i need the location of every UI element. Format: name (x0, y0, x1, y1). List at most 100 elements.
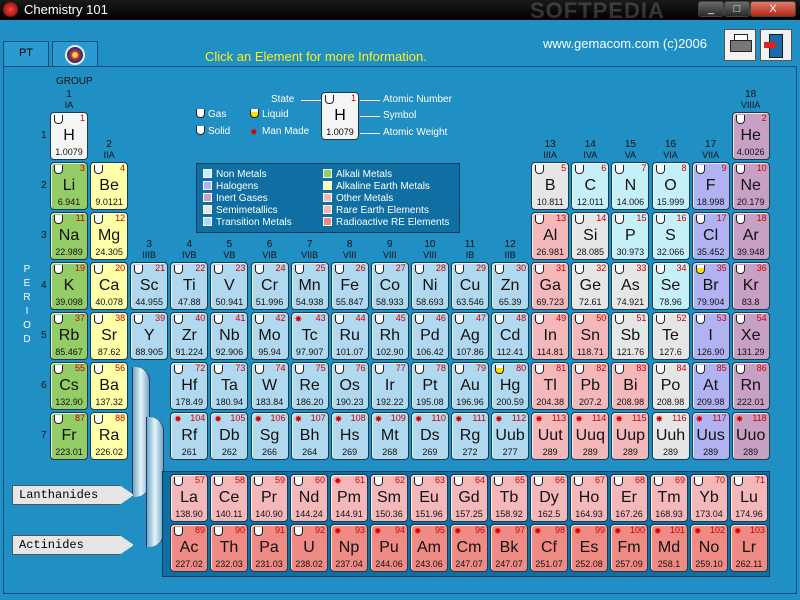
tab-logo[interactable] (52, 41, 98, 66)
element-ce[interactable]: 58 Ce 140.11 (210, 474, 248, 522)
element-bh[interactable]: ✸ 107 Bh 264 (290, 412, 329, 460)
element-mg[interactable]: 12 Mg 24.305 (90, 212, 129, 260)
element-db[interactable]: ✸ 105 Db 262 (210, 412, 249, 460)
element-pb[interactable]: 82 Pb 207.2 (571, 362, 610, 410)
element-ho[interactable]: 67 Ho 164.93 (570, 474, 608, 522)
element-cd[interactable]: 48 Cd 112.41 (491, 312, 530, 360)
element-hs[interactable]: ✸ 108 Hs 269 (330, 412, 369, 460)
element-o[interactable]: 8 O 15.999 (651, 162, 690, 210)
element-ac[interactable]: 89 Ac 227.02 (170, 524, 208, 572)
element-si[interactable]: 14 Si 28.085 (571, 212, 610, 260)
element-ga[interactable]: 31 Ga 69.723 (531, 262, 570, 310)
element-mt[interactable]: ✸ 109 Mt 268 (370, 412, 409, 460)
element-uup[interactable]: ✸ 115 Uup 289 (611, 412, 650, 460)
element-na[interactable]: 11 Na 22.989 (50, 212, 88, 260)
element-li[interactable]: 3 Li 6.941 (50, 162, 88, 210)
element-ne[interactable]: 10 Ne 20.179 (731, 162, 770, 210)
element-yb[interactable]: 70 Yb 173.04 (690, 474, 728, 522)
element-pm[interactable]: ✸ 61 Pm 144.91 (330, 474, 368, 522)
element-at[interactable]: 85 At 209.98 (691, 362, 730, 410)
element-mn[interactable]: 25 Mn 54.938 (290, 262, 329, 310)
element-zn[interactable]: 30 Zn 65.39 (491, 262, 530, 310)
tab-periodic-table[interactable]: PT (3, 41, 49, 66)
element-be[interactable]: 4 Be 9.0121 (90, 162, 129, 210)
element-po[interactable]: 84 Po 208.98 (651, 362, 690, 410)
element-v[interactable]: 23 V 50.941 (210, 262, 249, 310)
element-ru[interactable]: 44 Ru 101.07 (330, 312, 369, 360)
element-cf[interactable]: ✸ 98 Cf 251.07 (530, 524, 568, 572)
element-uuh[interactable]: ✸ 116 Uuh 289 (651, 412, 690, 460)
element-la[interactable]: 57 La 138.90 (170, 474, 208, 522)
element-ir[interactable]: 77 Ir 192.22 (370, 362, 409, 410)
element-cm[interactable]: ✸ 96 Cm 247.07 (450, 524, 488, 572)
element-n[interactable]: 7 N 14.006 (611, 162, 650, 210)
element-ra[interactable]: 88 Ra 226.02 (90, 412, 129, 460)
element-y[interactable]: 39 Y 88.905 (130, 312, 169, 360)
element-cu[interactable]: 29 Cu 63.546 (451, 262, 489, 310)
element-kr[interactable]: 36 Kr 83.8 (731, 262, 770, 310)
element-ti[interactable]: 22 Ti 47.88 (170, 262, 209, 310)
element-no[interactable]: ✸ 102 No 259.10 (690, 524, 728, 572)
element-md[interactable]: ✸ 101 Md 258.1 (650, 524, 688, 572)
element-h[interactable]: 1 H 1.0079 (50, 112, 88, 160)
element-uub[interactable]: ✸ 112 Uub 277 (491, 412, 530, 460)
element-lu[interactable]: 71 Lu 174.96 (730, 474, 768, 522)
element-sr[interactable]: 38 Sr 87.62 (90, 312, 129, 360)
maximize-button[interactable]: □ (724, 1, 750, 17)
element-er[interactable]: 68 Er 167.26 (610, 474, 648, 522)
element-as[interactable]: 33 As 74.921 (611, 262, 650, 310)
element-w[interactable]: 74 W 183.84 (250, 362, 289, 410)
element-fr[interactable]: 87 Fr 223.01 (50, 412, 88, 460)
element-b[interactable]: 5 B 10.811 (531, 162, 570, 210)
element-br[interactable]: 35 Br 79.904 (691, 262, 730, 310)
element-pt[interactable]: 78 Pt 195.08 (410, 362, 449, 410)
element-lr[interactable]: ✸ 103 Lr 262.11 (730, 524, 768, 572)
element-tc[interactable]: ✸ 43 Tc 97.907 (290, 312, 329, 360)
element-tb[interactable]: 65 Tb 158.92 (490, 474, 528, 522)
element-sm[interactable]: 62 Sm 150.36 (370, 474, 408, 522)
element-se[interactable]: 34 Se 78.96 (651, 262, 690, 310)
element-rb[interactable]: 37 Rb 85.467 (50, 312, 88, 360)
element-xe[interactable]: 54 Xe 131.29 (731, 312, 770, 360)
element-bi[interactable]: 83 Bi 208.98 (611, 362, 650, 410)
element-tm[interactable]: 69 Tm 168.93 (650, 474, 688, 522)
exit-button[interactable] (760, 29, 792, 61)
element-os[interactable]: 76 Os 190.23 (330, 362, 369, 410)
element-bk[interactable]: ✸ 97 Bk 247.07 (490, 524, 528, 572)
element-re[interactable]: 75 Re 186.20 (290, 362, 329, 410)
element-in[interactable]: 49 In 114.81 (531, 312, 570, 360)
element-pu[interactable]: ✸ 94 Pu 244.06 (370, 524, 408, 572)
element-ta[interactable]: 73 Ta 180.94 (210, 362, 249, 410)
element-ba[interactable]: 56 Ba 137.32 (90, 362, 129, 410)
element-sc[interactable]: 21 Sc 44.955 (130, 262, 169, 310)
element-au[interactable]: 79 Au 196.96 (451, 362, 489, 410)
element-hf[interactable]: 72 Hf 178.49 (170, 362, 209, 410)
element-s[interactable]: 16 S 32.066 (651, 212, 690, 260)
element-uuo[interactable]: ✸ 118 Uuo 289 (731, 412, 770, 460)
element-es[interactable]: ✸ 99 Es 252.08 (570, 524, 608, 572)
element-dy[interactable]: 66 Dy 162.5 (530, 474, 568, 522)
element-uuq[interactable]: ✸ 114 Uuq 289 (571, 412, 610, 460)
element-nb[interactable]: 41 Nb 92.906 (210, 312, 249, 360)
element-cs[interactable]: 55 Cs 132.90 (50, 362, 88, 410)
element-i[interactable]: 53 I 126.90 (691, 312, 730, 360)
website-link[interactable]: www.gemacom.com (c)2006 (543, 36, 707, 51)
element-c[interactable]: 6 C 12.011 (571, 162, 610, 210)
element-al[interactable]: 13 Al 26.981 (531, 212, 570, 260)
element-rf[interactable]: ✸ 104 Rf 261 (170, 412, 209, 460)
element-sn[interactable]: 50 Sn 118.71 (571, 312, 610, 360)
element-uus[interactable]: ✸ 117 Uus 289 (691, 412, 730, 460)
element-ar[interactable]: 18 Ar 39.948 (731, 212, 770, 260)
element-rn[interactable]: 86 Rn 222.01 (731, 362, 770, 410)
element-ag[interactable]: 47 Ag 107.86 (451, 312, 489, 360)
element-am[interactable]: ✸ 95 Am 243.06 (410, 524, 448, 572)
element-p[interactable]: 15 P 30.973 (611, 212, 650, 260)
element-cl[interactable]: 17 Cl 35.452 (691, 212, 730, 260)
element-hg[interactable]: 80 Hg 200.59 (491, 362, 530, 410)
element-te[interactable]: 52 Te 127.6 (651, 312, 690, 360)
element-ni[interactable]: 28 Ni 58.693 (410, 262, 449, 310)
element-fm[interactable]: ✸ 100 Fm 257.09 (610, 524, 648, 572)
element-th[interactable]: 90 Th 232.03 (210, 524, 248, 572)
element-sg[interactable]: ✸ 106 Sg 266 (250, 412, 289, 460)
element-rh[interactable]: 45 Rh 102.90 (370, 312, 409, 360)
